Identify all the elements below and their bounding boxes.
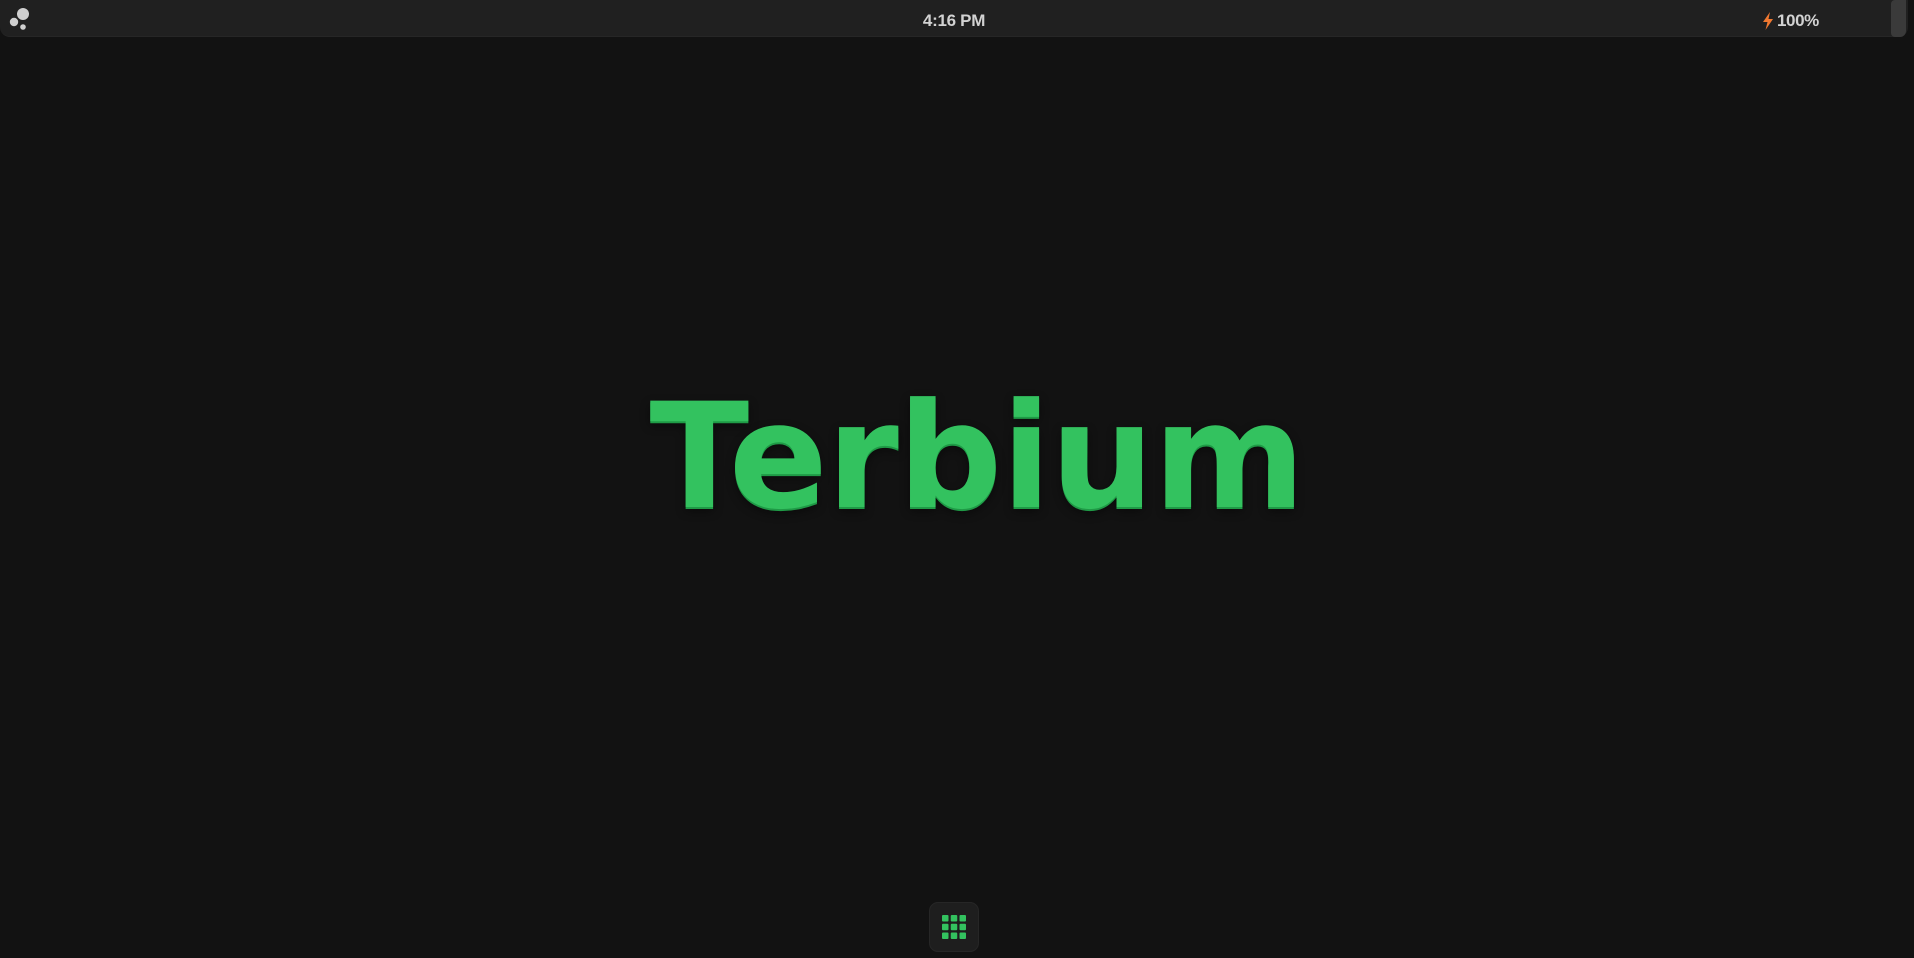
terbium-dots-icon[interactable] [6, 7, 32, 31]
battery-indicator[interactable]: 100% [1762, 0, 1819, 37]
charging-bolt-icon [1763, 11, 1773, 30]
logo-text: Terbium [649, 372, 1306, 542]
desktop: 4:16 PM 100% Terbium [0, 0, 1914, 958]
app-launcher-button[interactable] [929, 902, 979, 952]
top-bar: 4:16 PM 100% [0, 0, 1908, 37]
scrollbar[interactable] [1891, 0, 1906, 37]
app-grid-icon [942, 915, 966, 939]
battery-percent: 100% [1777, 10, 1819, 30]
clock: 4:16 PM [922, 11, 986, 30]
desktop-logo: Terbium [0, 370, 1914, 545]
